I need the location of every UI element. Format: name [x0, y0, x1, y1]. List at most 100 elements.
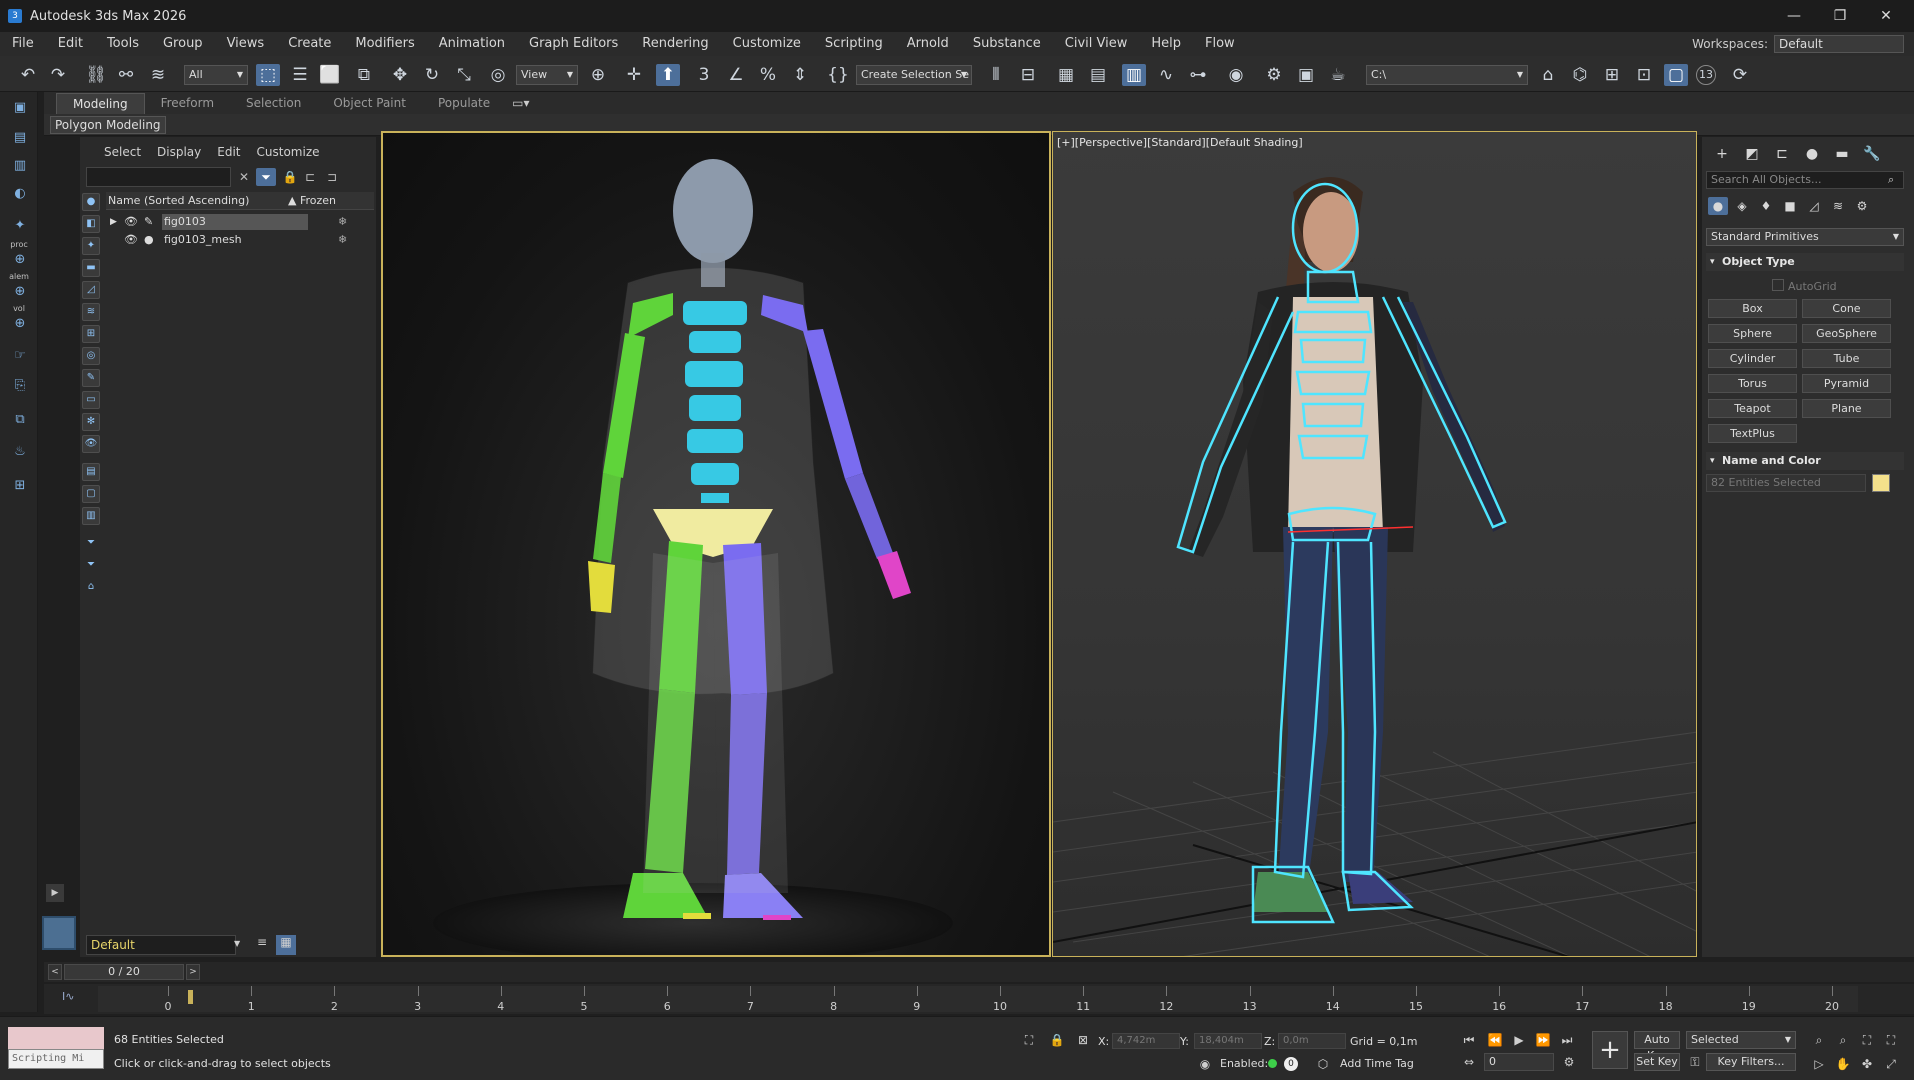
sync-icon[interactable]: ⟳ [1728, 64, 1752, 86]
scene-explorer-toggle-icon[interactable]: ▦ [1054, 64, 1078, 86]
mini-curve-editor-icon[interactable]: I∿ [62, 990, 74, 1003]
layout-tab-3-icon[interactable]: ◐ [10, 184, 30, 204]
placement-icon[interactable]: ◎ [486, 64, 510, 86]
viewport-thumbnail[interactable] [42, 916, 76, 950]
display-all-icon[interactable]: ▤ [82, 463, 100, 481]
undo-icon[interactable]: ↶ [16, 64, 40, 86]
helpers-category-icon[interactable]: ◿ [1804, 197, 1824, 215]
snapshot-icon[interactable]: ⎘ [10, 376, 30, 396]
display-invert-icon[interactable]: ▥ [82, 507, 100, 525]
menu-file[interactable]: File [0, 32, 46, 56]
snaps-toggle-icon[interactable]: 3 [692, 64, 716, 86]
perspective-viewport[interactable]: [+][Perspective][Standard][Default Shadi… [1052, 131, 1697, 957]
previous-frame-arrow[interactable]: < [48, 964, 62, 980]
orbit-icon[interactable]: ✤ [1858, 1055, 1876, 1073]
layer-dropdown[interactable]: Default [86, 935, 236, 955]
pivot-center-icon[interactable]: ⊕ [586, 64, 610, 86]
menu-modifiers[interactable]: Modifiers [343, 32, 426, 56]
listener-input[interactable]: Scripting Mi [8, 1049, 104, 1069]
menu-help[interactable]: Help [1139, 32, 1193, 56]
cameras-category-icon[interactable]: ■ [1780, 197, 1800, 215]
align-icon[interactable]: ⊟ [1016, 64, 1040, 86]
key-selection-dropdown[interactable]: Selected ▼ [1686, 1031, 1796, 1049]
spacewarps-category-icon[interactable]: ≋ [1828, 197, 1848, 215]
menu-customize[interactable]: Customize [721, 32, 813, 56]
curve-editor-icon[interactable]: ∿ [1154, 64, 1178, 86]
menu-rendering[interactable]: Rendering [630, 32, 720, 56]
column-name[interactable]: Name (Sorted Ascending) [108, 192, 249, 210]
tube-button[interactable]: Tube [1802, 349, 1891, 368]
asset-icon[interactable]: ⧉ [10, 410, 30, 430]
hand-icon[interactable]: ☞ [10, 346, 30, 366]
enabled-count[interactable]: 0 [1284, 1057, 1298, 1071]
next-key-icon[interactable]: ⏩ [1534, 1031, 1552, 1049]
go-to-start-icon[interactable]: ⏮ [1460, 1031, 1478, 1049]
reference-coordinate-dropdown[interactable]: View ▼ [516, 65, 578, 85]
display-cameras-icon[interactable]: ▬ [82, 259, 100, 277]
move-icon[interactable]: ✥ [388, 64, 412, 86]
modify-tab-icon[interactable]: ◩ [1740, 143, 1764, 165]
explorer-menu-display[interactable]: Display [149, 141, 209, 163]
command-search-input[interactable]: Search All Objects... [1706, 171, 1904, 189]
visibility-eye-icon[interactable]: 👁 [124, 231, 138, 249]
bulb-icon[interactable]: ♨ [10, 442, 30, 462]
key-mode-icon[interactable]: ⇔ [1460, 1053, 1478, 1071]
teapot-button[interactable]: Teapot [1708, 399, 1797, 418]
time-tag-icon[interactable]: ⬡ [1314, 1055, 1332, 1073]
listener-output[interactable] [8, 1027, 104, 1049]
expand-panel-icon[interactable]: ▶ [46, 884, 64, 902]
pyramid-button[interactable]: Pyramid [1802, 374, 1891, 393]
object-color-swatch[interactable] [1872, 474, 1890, 492]
systems-category-icon[interactable]: ⚙ [1852, 197, 1872, 215]
zoom-extents-all-icon[interactable]: ⛶ [1882, 1031, 1900, 1049]
hierarchy-tab-icon[interactable]: ⊏ [1770, 143, 1794, 165]
key-filters-button[interactable]: Key Filters... [1706, 1053, 1796, 1071]
menu-group[interactable]: Group [151, 32, 215, 56]
zoom-extents-icon[interactable]: ⛶ [1858, 1031, 1876, 1049]
geosphere-button[interactable]: GeoSphere [1802, 324, 1891, 343]
vol-icon[interactable]: ⊕ [10, 314, 30, 334]
textplus-button[interactable]: TextPlus [1708, 424, 1797, 443]
field-of-view-icon[interactable]: ▷ [1810, 1055, 1828, 1073]
menu-animation[interactable]: Animation [427, 32, 517, 56]
layout-tab-2-icon[interactable]: ▥ [10, 156, 30, 176]
set-key-button[interactable]: Set Key [1634, 1053, 1680, 1071]
search-icon[interactable]: ⌕ [1888, 173, 1894, 187]
display-hidden-icon[interactable]: 👁 [82, 435, 100, 453]
frames-icon[interactable]: ⊞ [10, 476, 30, 496]
project-settings-icon[interactable]: ⊞ [1600, 64, 1624, 86]
named-selection-dropdown[interactable]: Create Selection Se ▼ [856, 65, 972, 85]
menu-views[interactable]: Views [215, 32, 277, 56]
minimize-button[interactable]: — [1772, 0, 1816, 32]
display-geometry-icon[interactable]: ● [82, 193, 100, 211]
z-coordinate-field[interactable]: 0,0m [1278, 1033, 1346, 1049]
tab-selection[interactable]: Selection [230, 93, 317, 113]
percent-snap-icon[interactable]: % [756, 64, 780, 86]
tab-modeling[interactable]: Modeling [56, 92, 145, 114]
menu-tools[interactable]: Tools [95, 32, 151, 56]
display-lights-icon[interactable]: ✦ [82, 237, 100, 255]
autogrid-checkbox[interactable]: AutoGrid [1772, 279, 1837, 293]
tab-object-paint[interactable]: Object Paint [317, 93, 422, 113]
display-containers-icon[interactable]: ▭ [82, 391, 100, 409]
time-config-icon[interactable]: ⚙ [1560, 1053, 1578, 1071]
save-project-icon[interactable]: ▢ [1664, 64, 1688, 86]
shapes-category-icon[interactable]: ◈ [1732, 197, 1752, 215]
alem-icon[interactable]: ⊕ [10, 282, 30, 302]
select-manipulate-icon[interactable]: ✛ [622, 64, 646, 86]
workspaces-dropdown[interactable]: Default [1774, 35, 1904, 53]
proc-icon[interactable]: ⊕ [10, 250, 30, 270]
lock-icon[interactable]: 🔒 [280, 168, 300, 186]
set-project-icon[interactable]: ⌬ [1568, 64, 1592, 86]
project-folder-icon[interactable]: ⌂ [1536, 64, 1560, 86]
display-spacewarps-icon[interactable]: ≋ [82, 303, 100, 321]
filter-funnel-icon[interactable]: ⏷ [82, 535, 100, 553]
redo-icon[interactable]: ↷ [46, 64, 70, 86]
layer-explorer-icon[interactable]: ▦ [276, 935, 296, 955]
explorer-row[interactable]: ▶ 👁 ✎ fig0103 ❄ [106, 213, 374, 231]
menu-graph-editors[interactable]: Graph Editors [517, 32, 630, 56]
display-particles-icon[interactable]: ✻ [82, 413, 100, 431]
current-frame-marker[interactable] [188, 990, 193, 1004]
play-icon[interactable]: ▶ [1510, 1031, 1528, 1049]
track-area[interactable]: 0 1 2 3 4 5 6 7 8 9 10 11 12 13 14 15 16 17 18 19 20 [98, 986, 1858, 1013]
